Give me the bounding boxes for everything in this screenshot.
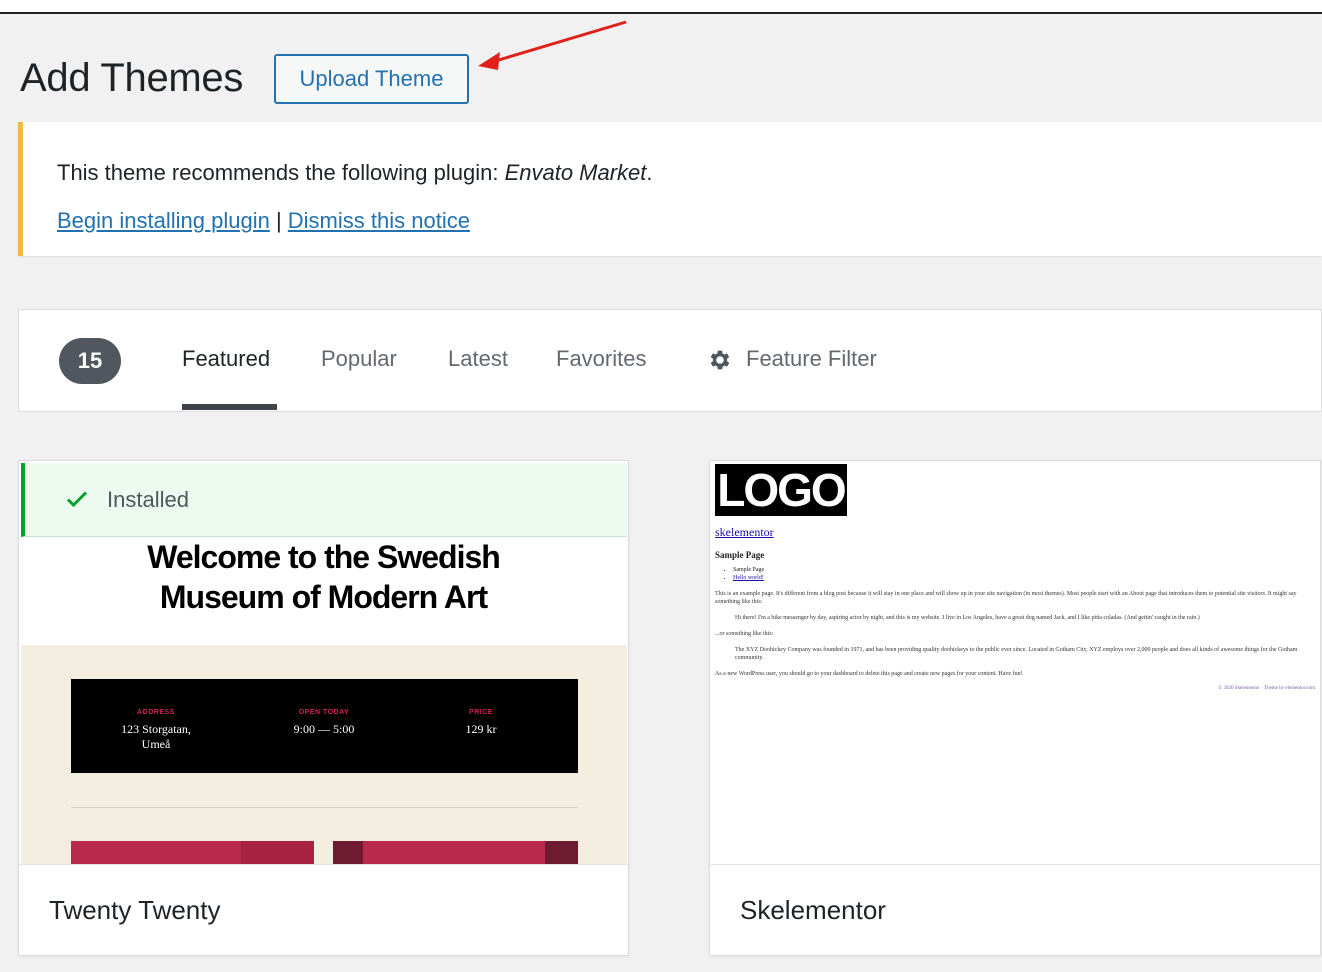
installed-label: Installed	[107, 487, 189, 512]
theme-screenshot-block	[545, 841, 578, 865]
info-label: ADDRESS	[137, 709, 175, 716]
feature-filter-button[interactable]: Feature Filter	[746, 346, 877, 372]
info-label: PRICE	[469, 709, 493, 716]
list-item: Sample Page	[733, 566, 1315, 574]
installed-banner: Installed	[21, 463, 627, 537]
info-value: 9:00 — 5:00	[293, 722, 355, 736]
theme-screenshot-block	[241, 841, 314, 865]
notice-separator: |	[269, 208, 288, 233]
check-icon	[66, 491, 88, 508]
tab-popular[interactable]: Popular	[321, 346, 397, 372]
notice-text: This theme recommends the following plug…	[57, 160, 505, 185]
tab-latest[interactable]: Latest	[448, 346, 508, 372]
theme-screenshot-body: ADDRESS 123 Storgatan, Umeå OPEN TODAY 9…	[21, 645, 627, 865]
theme-screenshot-info-bar: ADDRESS 123 Storgatan, Umeå OPEN TODAY 9…	[71, 679, 578, 773]
theme-screenshot-logo: LOGO	[715, 464, 847, 516]
preview-paragraph: As a new WordPress user, you should go t…	[715, 671, 1023, 677]
notice-plugin-name: Envato Market	[504, 160, 647, 185]
active-tab-indicator	[182, 404, 277, 410]
theme-screenshot-block	[363, 841, 545, 865]
divider	[71, 807, 578, 808]
tab-favorites[interactable]: Favorites	[556, 346, 646, 372]
tab-featured[interactable]: Featured	[182, 346, 270, 372]
preview-paragraph: ...or something like this:	[715, 631, 774, 637]
list-item: Hello world!	[733, 574, 1315, 582]
theme-screenshot-content: skelementor Sample Page Sample Page Hell…	[715, 525, 1315, 691]
notice-links: Begin installing plugin | Dismiss this n…	[57, 208, 470, 234]
upload-theme-button[interactable]: Upload Theme	[274, 54, 469, 104]
theme-screenshot-block	[333, 841, 363, 865]
theme-card-twenty-twenty[interactable]: Welcome to the Swedish Museum of Modern …	[18, 460, 629, 956]
preview-page-title: Sample Page	[715, 550, 765, 560]
theme-screenshot-headline: Welcome to the Swedish Museum of Modern …	[19, 537, 628, 645]
window-top-edge	[0, 0, 1322, 14]
theme-card-skelementor[interactable]: LOGO skelementor Sample Page Sample Page…	[709, 460, 1321, 956]
theme-filter-bar: 15 Featured Popular Latest Favorites Fea…	[18, 309, 1322, 412]
preview-paragraph: This is an example page. It's different …	[715, 591, 1297, 605]
theme-count-badge: 15	[59, 338, 121, 384]
theme-name: Twenty Twenty	[19, 864, 628, 955]
theme-screenshot-block	[71, 841, 241, 865]
info-label: OPEN TODAY	[298, 709, 350, 716]
dismiss-notice-link[interactable]: Dismiss this notice	[288, 208, 470, 233]
preview-paragraph: The XYZ Doohickey Company was founded in…	[735, 647, 1298, 661]
notice-message: This theme recommends the following plug…	[57, 160, 653, 186]
info-column: ADDRESS 123 Storgatan, Umeå	[111, 709, 201, 752]
info-column: OPEN TODAY 9:00 — 5:00	[279, 709, 369, 737]
annotation-arrow-icon	[478, 20, 627, 70]
info-column: PRICE 129 kr	[441, 709, 521, 737]
preview-site-link: skelementor	[715, 525, 774, 539]
plugin-notice: This theme recommends the following plug…	[18, 122, 1322, 256]
preview-list: Sample Page Hello world!	[733, 566, 1315, 582]
preview-footer: © 2020 Skelementor · Theme by elementor.…	[1218, 686, 1315, 691]
notice-period: .	[646, 160, 653, 185]
info-value: 129 kr	[465, 722, 497, 736]
theme-name: Skelementor	[710, 864, 1320, 955]
gear-icon	[710, 350, 730, 370]
preview-paragraph: Hi there! I'm a bike messenger by day, a…	[735, 615, 1200, 621]
info-value: 123 Storgatan, Umeå	[121, 722, 191, 751]
page-title: Add Themes	[20, 56, 244, 100]
begin-installing-plugin-link[interactable]: Begin installing plugin	[57, 208, 270, 233]
